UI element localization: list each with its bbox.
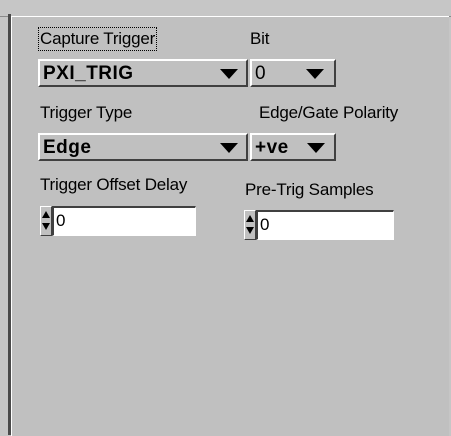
trigger-type-label: Trigger Type <box>40 103 133 122</box>
arrow-down-icon[interactable] <box>246 227 254 234</box>
arrow-up-icon[interactable] <box>42 211 50 218</box>
trigger-type-select[interactable]: Edge <box>38 133 248 161</box>
trigger-type-value: Edge <box>43 137 92 158</box>
offset-delay-input[interactable]: 0 <box>52 206 196 236</box>
increment-decrement-buttons[interactable] <box>244 210 256 240</box>
bit-label: Bit <box>250 29 270 48</box>
pretrig-numeric[interactable]: 0 <box>244 210 396 240</box>
increment-decrement-buttons[interactable] <box>40 206 52 236</box>
pretrig-input[interactable]: 0 <box>256 210 394 240</box>
chevron-down-icon <box>307 143 325 153</box>
capture-trigger-label: Capture Trigger <box>37 27 158 51</box>
bit-select[interactable]: 0 <box>250 59 336 87</box>
chevron-down-icon <box>306 69 324 79</box>
window-frame: Capture Trigger Bit PXI_TRIG 0 Trigger T… <box>0 0 451 436</box>
polarity-label: Edge/Gate Polarity <box>259 103 399 122</box>
polarity-select[interactable]: +ve <box>250 133 336 161</box>
trigger-settings-panel: Capture Trigger Bit PXI_TRIG 0 Trigger T… <box>11 16 449 436</box>
pretrig-label: Pre-Trig Samples <box>245 180 374 199</box>
top-strip <box>0 0 451 17</box>
polarity-value: +ve <box>255 137 289 158</box>
arrow-down-icon[interactable] <box>42 223 50 230</box>
offset-delay-numeric[interactable]: 0 <box>40 206 200 236</box>
capture-trigger-value: PXI_TRIG <box>43 63 134 84</box>
arrow-up-icon[interactable] <box>246 215 254 222</box>
chevron-down-icon <box>220 69 238 79</box>
capture-trigger-select[interactable]: PXI_TRIG <box>38 59 248 87</box>
offset-delay-label: Trigger Offset Delay <box>40 175 188 194</box>
chevron-down-icon <box>220 143 238 153</box>
bit-value: 0 <box>255 63 267 84</box>
